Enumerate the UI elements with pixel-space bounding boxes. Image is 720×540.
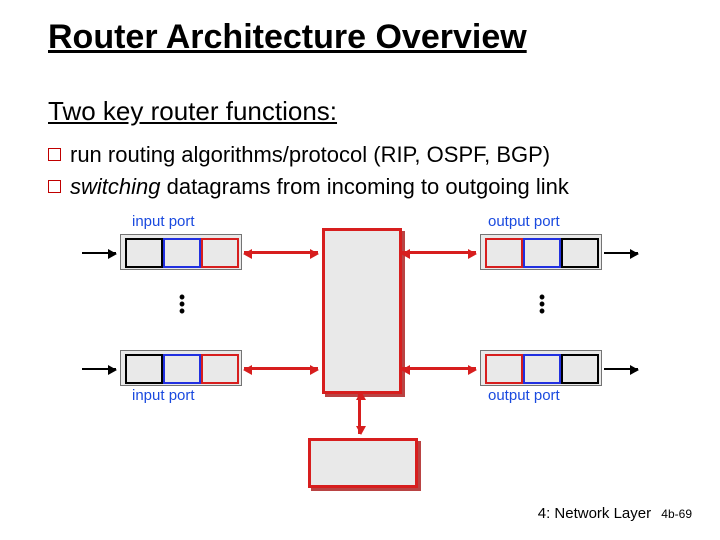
bullet-text: run routing algorithms/protocol (RIP, OS… — [70, 142, 550, 167]
slide-title: Router Architecture Overview — [48, 18, 527, 57]
double-arrow-icon — [244, 367, 318, 370]
bullet-item: switching datagrams from incoming to out… — [48, 172, 569, 202]
routing-processor-box — [308, 438, 418, 488]
port-lookup-layer-icon — [201, 238, 239, 268]
output-port-box — [480, 234, 602, 270]
port-physical-layer-icon — [561, 354, 599, 384]
output-port-label: output port — [488, 214, 560, 230]
port-physical-layer-icon — [125, 238, 163, 268]
bullet-item: run routing algorithms/protocol (RIP, OS… — [48, 140, 569, 170]
arrow-out-icon — [604, 368, 638, 370]
port-physical-layer-icon — [125, 354, 163, 384]
bullet-list: run routing algorithms/protocol (RIP, OS… — [48, 140, 569, 203]
port-lookup-layer-icon — [485, 238, 523, 268]
switching-fabric-box — [322, 228, 402, 394]
port-lookup-layer-icon — [485, 354, 523, 384]
input-port-box — [120, 350, 242, 386]
input-port-label: input port — [132, 388, 195, 404]
port-link-layer-icon — [163, 238, 201, 268]
bullet-text: datagrams from incoming to outgoing link — [160, 174, 568, 199]
double-arrow-icon — [244, 251, 318, 254]
input-port-box — [120, 234, 242, 270]
ellipsis-icon: ••• — [174, 294, 190, 315]
output-port-box — [480, 350, 602, 386]
double-arrow-icon — [402, 367, 476, 370]
arrow-in-icon — [82, 368, 116, 370]
slide-footer: 4: Network Layer 4b-69 — [538, 505, 692, 522]
arrow-out-icon — [604, 252, 638, 254]
footer-page: 4b-69 — [661, 507, 692, 521]
port-link-layer-icon — [523, 354, 561, 384]
bullet-text-emph: switching — [70, 174, 160, 199]
footer-chapter: 4: Network Layer — [538, 505, 651, 522]
bullet-marker-icon — [48, 148, 61, 161]
arrow-in-icon — [82, 252, 116, 254]
ellipsis-icon: ••• — [534, 294, 550, 315]
router-architecture-diagram: input port input port output port output… — [90, 220, 630, 490]
double-arrow-vertical-icon — [358, 392, 361, 434]
port-physical-layer-icon — [561, 238, 599, 268]
port-link-layer-icon — [163, 354, 201, 384]
output-port-label: output port — [488, 388, 560, 404]
input-port-label: input port — [132, 214, 195, 230]
double-arrow-icon — [402, 251, 476, 254]
port-lookup-layer-icon — [201, 354, 239, 384]
bullet-marker-icon — [48, 180, 61, 193]
port-link-layer-icon — [523, 238, 561, 268]
slide-subtitle: Two key router functions: — [48, 96, 337, 127]
